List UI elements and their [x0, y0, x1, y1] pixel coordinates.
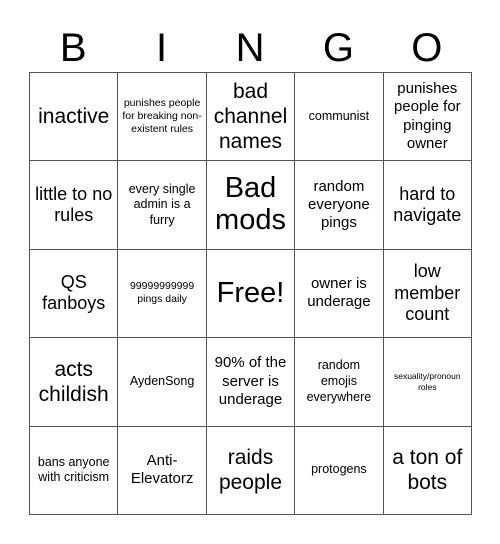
bingo-cell[interactable]: random everyone pings: [295, 161, 384, 250]
free-space-cell[interactable]: Free!: [206, 249, 296, 339]
bingo-cell[interactable]: communist: [295, 73, 384, 162]
bingo-cell[interactable]: bad channel names: [206, 73, 296, 162]
header-letter-b: B: [59, 26, 87, 70]
header-letter-o: O: [411, 26, 443, 70]
bingo-cell[interactable]: acts childish: [30, 338, 119, 427]
bingo-cell[interactable]: raids people: [206, 426, 296, 515]
bingo-cell[interactable]: Bad mods: [206, 161, 296, 250]
bingo-cell[interactable]: inactive: [30, 73, 119, 162]
bingo-cell[interactable]: 90% of the server is underage: [206, 338, 296, 427]
bingo-header: B I N G O: [29, 22, 471, 74]
bingo-cell[interactable]: punishes people for pinging owner: [383, 73, 472, 162]
bingo-cell[interactable]: 99999999999 pings daily: [118, 249, 207, 339]
bingo-cell[interactable]: random emojis everywhere: [295, 338, 384, 427]
bingo-cell[interactable]: Anti-Elevatorz: [118, 426, 207, 515]
bingo-cell[interactable]: QS fanboys: [30, 249, 119, 339]
bingo-cell[interactable]: a ton of bots: [383, 426, 472, 515]
bingo-cell[interactable]: low member count: [383, 249, 472, 339]
bingo-cell[interactable]: punishes people for breaking non-existen…: [118, 73, 207, 162]
bingo-cell[interactable]: AydenSong: [118, 338, 207, 427]
bingo-cell[interactable]: protogens: [295, 426, 384, 515]
bingo-cell[interactable]: little to no rules: [30, 161, 119, 250]
header-letter-g: G: [322, 26, 354, 70]
header-letter-i: I: [156, 26, 168, 70]
header-letter-n: N: [235, 26, 265, 70]
bingo-cell[interactable]: hard to navigate: [383, 161, 472, 250]
bingo-cell[interactable]: every single admin is a furry: [118, 161, 207, 250]
bingo-cell[interactable]: owner is underage: [295, 249, 384, 339]
bingo-grid: inactive punishes people for breaking no…: [29, 72, 472, 515]
bingo-cell[interactable]: bans anyone with criticism: [30, 426, 119, 515]
bingo-cell[interactable]: sexuality/pronoun roles: [383, 338, 472, 427]
